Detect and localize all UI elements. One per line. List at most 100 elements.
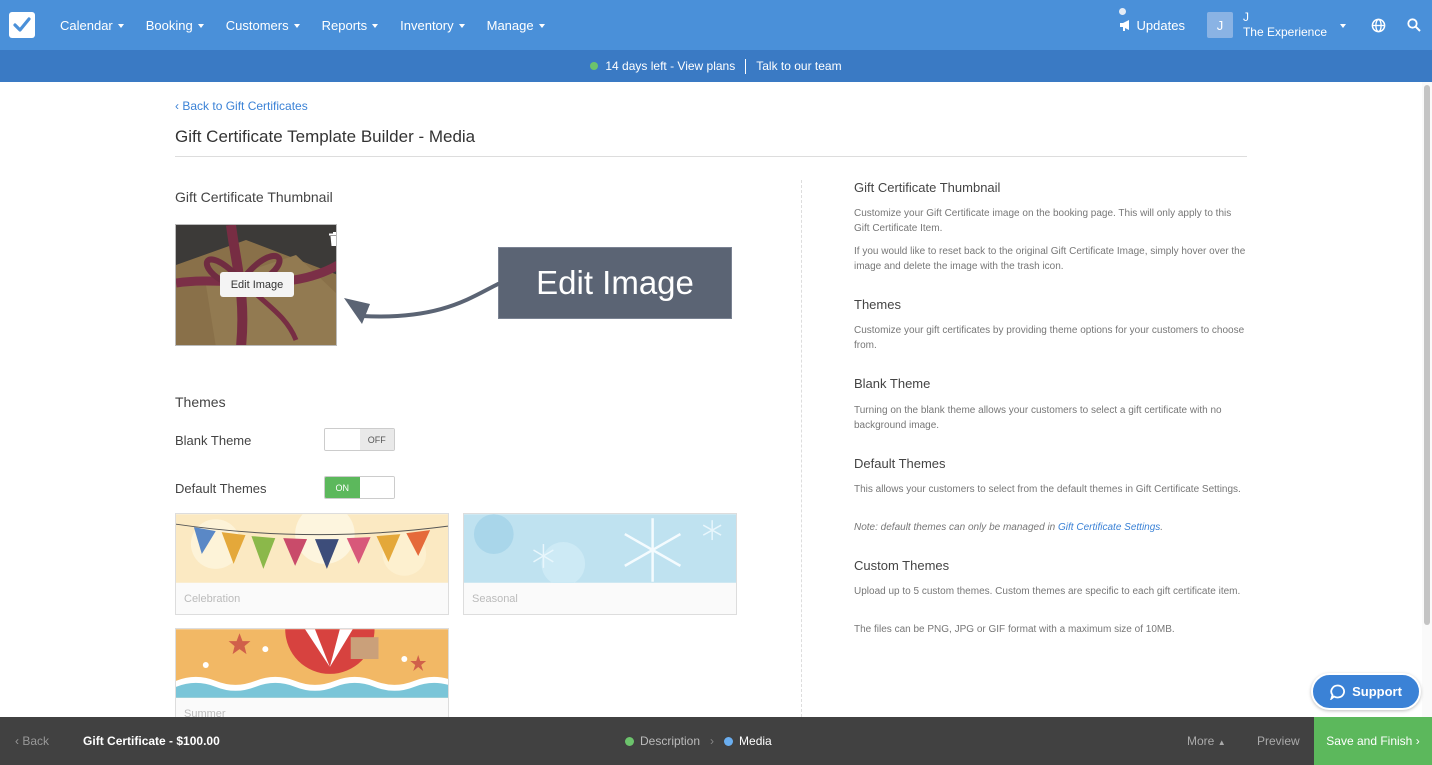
globe-icon[interactable]: [1360, 18, 1396, 33]
help-text: This allows your customers to select fro…: [854, 484, 1241, 495]
chat-bubble-icon: [1330, 684, 1346, 700]
nav-calendar[interactable]: Calendar: [49, 18, 135, 33]
help-text: Upload up to 5 custom themes. Custom the…: [854, 586, 1241, 597]
user-initial-text: J: [1242, 10, 1249, 24]
help-heading-custom-themes: Custom Themes: [854, 558, 950, 573]
help-text: If you would like to reset back to the o…: [854, 246, 1246, 272]
item-title: Gift Certificate - $100.00: [83, 734, 220, 748]
blank-theme-toggle[interactable]: OFF: [324, 428, 395, 451]
theme-card-seasonal[interactable]: Seasonal: [463, 513, 737, 615]
help-text: Customize your gift certificates by prov…: [854, 325, 1245, 351]
nav-label: Customers: [225, 17, 289, 33]
preview-button[interactable]: Preview: [1257, 734, 1300, 748]
caret-up-icon: ▲: [1217, 738, 1226, 747]
back-label: Back: [22, 734, 50, 748]
column-divider: [801, 180, 802, 717]
caret-down-icon: [117, 23, 124, 28]
help-heading-thumbnail: Gift Certificate Thumbnail: [854, 180, 1001, 195]
seasonal-image: [464, 514, 736, 583]
back-link-label: Back to Gift Certificates: [182, 99, 308, 113]
back-button[interactable]: ‹ Back: [15, 734, 49, 748]
default-themes-toggle[interactable]: ON: [324, 476, 395, 499]
caret-down-icon: [458, 23, 465, 28]
toggle-knob: [325, 429, 360, 450]
trial-banner: 14 days left - View plans Talk to our te…: [0, 50, 1432, 82]
edit-image-button[interactable]: Edit Image: [220, 272, 294, 297]
gift-thumbnail-image[interactable]: Edit Image: [175, 224, 337, 346]
gift-certificate-settings-link[interactable]: Gift Certificate Settings: [1058, 522, 1160, 533]
save-and-finish-button[interactable]: Save and Finish ›: [1314, 717, 1432, 765]
scrollbar-thumb[interactable]: [1424, 85, 1430, 625]
toggle-knob: [359, 477, 394, 498]
help-heading-default-themes: Default Themes: [854, 456, 946, 471]
more-label: More: [1187, 734, 1215, 748]
theme-name: Summer: [184, 708, 226, 717]
caret-down-icon: [372, 23, 379, 28]
caret-down-icon: [293, 23, 300, 28]
nav-label: Booking: [145, 17, 193, 33]
edit-image-callout: Edit Image: [498, 247, 732, 319]
nav-label: Calendar: [60, 17, 113, 33]
nav-booking[interactable]: Booking: [135, 18, 215, 33]
user-caret-icon[interactable]: [1340, 23, 1346, 28]
themes-heading: Themes: [175, 394, 226, 410]
nav-label: Reports: [321, 17, 368, 33]
caret-down-icon: [197, 23, 204, 28]
save-label: Save and Finish: [1326, 734, 1413, 748]
nav-manage[interactable]: Manage: [476, 18, 556, 33]
note-text: .: [1160, 522, 1164, 533]
divider: [745, 58, 747, 74]
toggle-state: ON: [325, 477, 360, 498]
help-text: The files can be PNG, JPG or GIF format …: [854, 624, 1175, 635]
more-menu[interactable]: More ▲: [1187, 734, 1226, 748]
user-menu[interactable]: J The Experience: [1243, 10, 1327, 40]
default-themes-label: Default Themes: [175, 481, 267, 496]
chevron-right-icon: ›: [710, 734, 715, 748]
checkmark-logo-icon[interactable]: [9, 12, 35, 38]
step-media[interactable]: Media: [739, 734, 772, 748]
user-company: The Experience: [1242, 25, 1327, 39]
updates-label: Updates: [1136, 17, 1185, 33]
back-to-gift-certificates-link[interactable]: ‹ Back to Gift Certificates: [175, 99, 308, 113]
help-heading-themes: Themes: [854, 297, 901, 312]
blank-theme-label: Blank Theme: [175, 433, 252, 448]
step-complete-dot: [625, 736, 634, 746]
help-text: Turning on the blank theme allows your c…: [854, 405, 1222, 431]
support-label: Support: [1352, 684, 1402, 699]
step-indicator: Description › Media: [625, 717, 772, 765]
support-button[interactable]: Support: [1311, 673, 1421, 710]
thumbnail-heading: Gift Certificate Thumbnail: [175, 189, 333, 205]
nav-label: Inventory: [400, 17, 454, 33]
celebration-image: [176, 514, 448, 583]
nav-inventory[interactable]: Inventory: [389, 18, 475, 33]
top-navigation: Calendar Booking Customers Reports Inven…: [0, 0, 1432, 50]
avatar[interactable]: J: [1206, 12, 1233, 38]
note-text: Note: default themes can only be managed…: [854, 522, 1059, 533]
help-text: Customize your Gift Certificate image on…: [854, 208, 1232, 234]
talk-to-team-link[interactable]: Talk to our team: [756, 59, 841, 73]
bottom-bar: ‹ Back Gift Certificate - $100.00 Descri…: [0, 717, 1432, 765]
step-current-dot: [724, 736, 734, 746]
help-heading-blank-theme: Blank Theme: [854, 376, 931, 391]
page-title: Gift Certificate Template Builder - Medi…: [175, 127, 476, 146]
notification-dot: [1118, 7, 1126, 15]
theme-card-summer[interactable]: Summer: [175, 628, 449, 717]
summer-image: [176, 629, 448, 698]
megaphone-icon: [1119, 20, 1129, 31]
step-description[interactable]: Description: [640, 734, 700, 748]
toggle-state: OFF: [359, 429, 394, 450]
nav-label: Manage: [486, 17, 534, 33]
theme-name: Seasonal: [472, 593, 518, 605]
help-note: Note: default themes can only be managed…: [854, 520, 1246, 535]
divider: [175, 156, 1247, 157]
caret-down-icon: [538, 23, 545, 28]
view-plans-link[interactable]: 14 days left - View plans: [605, 59, 735, 73]
search-icon[interactable]: [1396, 18, 1432, 32]
status-dot: [590, 62, 599, 70]
theme-name: Celebration: [184, 593, 241, 605]
updates-button[interactable]: Updates: [1118, 7, 1185, 33]
nav-customers[interactable]: Customers: [215, 18, 311, 33]
nav-reports[interactable]: Reports: [311, 18, 390, 33]
callout-arrow-icon: [344, 282, 500, 324]
theme-card-celebration[interactable]: Celebration: [175, 513, 449, 615]
